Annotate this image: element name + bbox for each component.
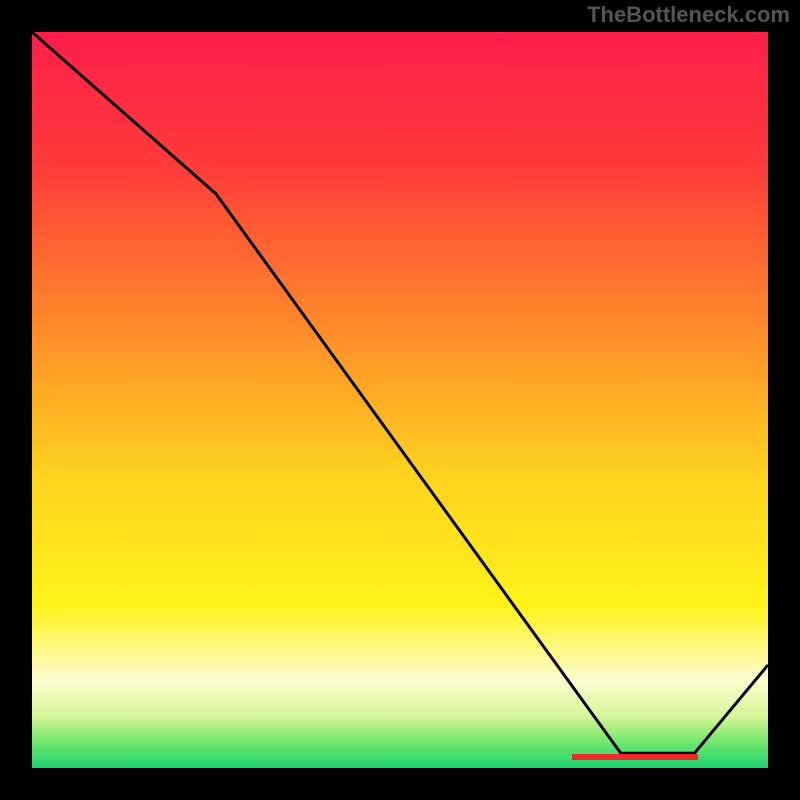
plot-area <box>30 30 770 770</box>
chart-container: TheBottleneck.com <box>0 0 800 800</box>
heat-gradient <box>32 32 768 768</box>
watermark-text: TheBottleneck.com <box>587 2 790 28</box>
highlight-bar <box>572 754 698 760</box>
